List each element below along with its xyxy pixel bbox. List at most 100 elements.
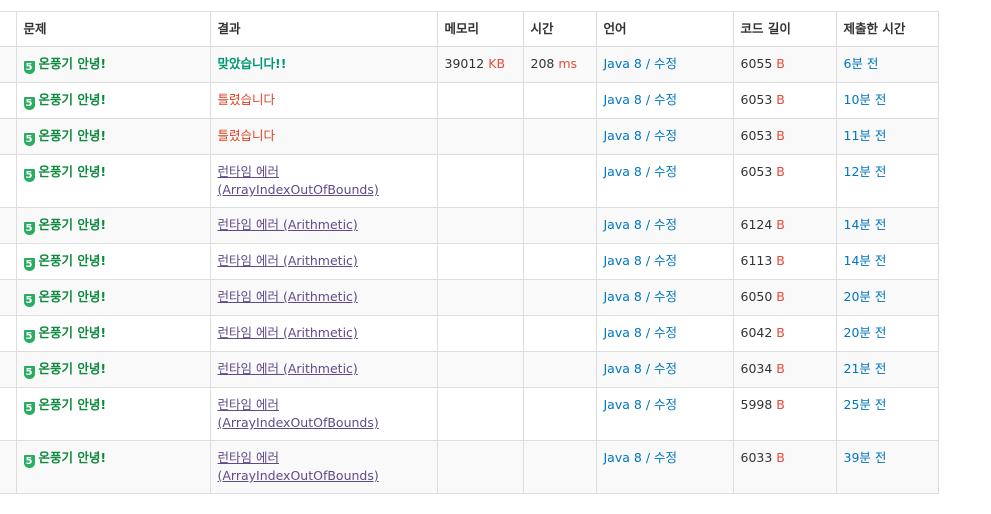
language-link[interactable]: Java 8: [604, 92, 642, 107]
submitted-cell: 14분 전: [835, 207, 939, 244]
table-row: 5 온풍기 안녕! 런타임 에러 (ArrayIndexOutOfBounds) J…: [0, 154, 939, 208]
time-cell: [522, 207, 597, 244]
language-link[interactable]: Java 8: [604, 253, 642, 268]
problem-cell: 5 온풍기 안녕!: [15, 315, 211, 352]
table-row: 5 온풍기 안녕! 런타임 에러 (Arithmetic) Java 8 / 수정 6…: [0, 279, 939, 316]
id-cell: [0, 387, 17, 441]
submitted-time-link[interactable]: 20분 전: [844, 325, 887, 340]
result-text[interactable]: 런타임 에러 (Arithmetic): [218, 289, 358, 304]
code-length-cell: 6055 B: [732, 46, 837, 83]
language-link[interactable]: Java 8: [604, 128, 642, 143]
memory-cell: [436, 279, 524, 316]
result-cell: 틀렸습니다: [209, 118, 438, 155]
submitted-time-link[interactable]: 6분 전: [844, 56, 879, 71]
code-length-value: 6113: [740, 253, 773, 268]
language-link[interactable]: Java 8: [604, 56, 642, 71]
result-text[interactable]: 런타임 에러 (Arithmetic): [218, 325, 358, 340]
result-text[interactable]: 런타임 에러 (Arithmetic): [218, 361, 358, 376]
result-text[interactable]: 런타임 에러 (ArrayIndexOutOfBounds): [218, 450, 379, 483]
table-row: 5 온풍기 안녕! 맞았습니다!! 39012 KB 208 ms Java 8 / 수정…: [0, 46, 939, 83]
problem-link[interactable]: 온풍기 안녕!: [39, 289, 107, 304]
code-length-value: 6033: [740, 450, 773, 465]
edit-link[interactable]: 수정: [654, 253, 677, 268]
language-link[interactable]: Java 8: [604, 217, 642, 232]
edit-link[interactable]: 수정: [654, 56, 677, 71]
problem-link[interactable]: 온풍기 안녕!: [39, 397, 107, 412]
problem-link[interactable]: 온풍기 안녕!: [39, 325, 107, 340]
time-cell: [522, 315, 597, 352]
language-link[interactable]: Java 8: [604, 325, 642, 340]
language-separator: /: [641, 56, 655, 71]
result-text[interactable]: 런타임 에러 (Arithmetic): [218, 217, 358, 232]
result-cell: 틀렸습니다: [209, 82, 438, 119]
problem-link[interactable]: 온풍기 안녕!: [39, 361, 107, 376]
result-text[interactable]: 런타임 에러 (Arithmetic): [218, 253, 358, 268]
submitted-time-link[interactable]: 14분 전: [844, 217, 887, 232]
result-text: 틀렸습니다: [217, 92, 276, 107]
edit-link[interactable]: 수정: [654, 361, 677, 376]
language-link[interactable]: Java 8: [604, 397, 642, 412]
edit-link[interactable]: 수정: [654, 450, 677, 465]
submitted-time-link[interactable]: 11분 전: [844, 128, 887, 143]
tier-shield-icon: 5: [23, 97, 35, 110]
result-text[interactable]: 런타임 에러 (ArrayIndexOutOfBounds): [218, 164, 379, 197]
language-separator: /: [641, 164, 655, 179]
memory-cell: [436, 440, 524, 494]
language-cell: Java 8 / 수정: [595, 82, 734, 119]
time-cell: [522, 243, 597, 280]
language-separator: /: [641, 397, 655, 412]
code-length-value: 6053: [740, 92, 773, 107]
code-length-unit: B: [776, 397, 785, 412]
language-separator: /: [641, 450, 655, 465]
problem-link[interactable]: 온풍기 안녕!: [39, 450, 107, 465]
edit-link[interactable]: 수정: [654, 217, 677, 232]
problem-link[interactable]: 온풍기 안녕!: [39, 253, 107, 268]
submitted-time-link[interactable]: 20분 전: [844, 289, 887, 304]
result-text[interactable]: 런타임 에러 (ArrayIndexOutOfBounds): [218, 397, 379, 430]
edit-link[interactable]: 수정: [654, 325, 677, 340]
language-separator: /: [641, 361, 655, 376]
language-link[interactable]: Java 8: [604, 361, 642, 376]
tier-shield-icon: 5: [23, 294, 35, 307]
tier-shield-icon: 5: [23, 258, 35, 271]
submitted-time-link[interactable]: 10분 전: [844, 92, 887, 107]
submitted-time-link[interactable]: 39분 전: [844, 450, 887, 465]
problem-link[interactable]: 온풍기 안녕!: [39, 164, 107, 179]
tier-shield-icon: 5: [23, 366, 35, 379]
edit-link[interactable]: 수정: [654, 164, 677, 179]
problem-link[interactable]: 온풍기 안녕!: [39, 56, 107, 71]
edit-link[interactable]: 수정: [654, 128, 677, 143]
submitted-time-link[interactable]: 14분 전: [844, 253, 887, 268]
edit-link[interactable]: 수정: [654, 289, 677, 304]
language-link[interactable]: Java 8: [604, 164, 642, 179]
code-length-unit: B: [776, 56, 785, 71]
problem-link[interactable]: 온풍기 안녕!: [39, 92, 107, 107]
time-cell: [522, 387, 597, 441]
submission-status-table: 문제 결과 메모리 시간 언어 코드 길이 제출한 시간 5 온풍기 안녕! 맞았습…: [0, 11, 939, 494]
language-cell: Java 8 / 수정: [595, 440, 734, 494]
header-problem: 문제: [15, 11, 211, 47]
language-cell: Java 8 / 수정: [595, 46, 734, 83]
language-link[interactable]: Java 8: [604, 450, 642, 465]
problem-link[interactable]: 온풍기 안녕!: [39, 217, 107, 232]
language-cell: Java 8 / 수정: [595, 387, 734, 441]
memory-unit: KB: [488, 56, 506, 71]
tier-shield-icon: 5: [23, 133, 35, 146]
submitted-cell: 6분 전: [835, 46, 939, 83]
submitted-time-link[interactable]: 12분 전: [844, 164, 887, 179]
submitted-cell: 14분 전: [835, 243, 939, 280]
language-link[interactable]: Java 8: [604, 289, 642, 304]
tier-shield-icon: 5: [23, 61, 35, 74]
submitted-time-link[interactable]: 25분 전: [844, 397, 887, 412]
problem-link[interactable]: 온풍기 안녕!: [39, 128, 107, 143]
language-separator: /: [641, 325, 655, 340]
edit-link[interactable]: 수정: [654, 92, 677, 107]
edit-link[interactable]: 수정: [654, 397, 677, 412]
language-separator: /: [641, 92, 655, 107]
submitted-time-link[interactable]: 21분 전: [844, 361, 887, 376]
code-length-cell: 6113 B: [732, 243, 837, 280]
code-length-cell: 6053 B: [732, 82, 837, 119]
result-text: 맞았습니다!!: [217, 56, 287, 71]
problem-cell: 5 온풍기 안녕!: [15, 387, 211, 441]
code-length-value: 6042: [740, 325, 773, 340]
